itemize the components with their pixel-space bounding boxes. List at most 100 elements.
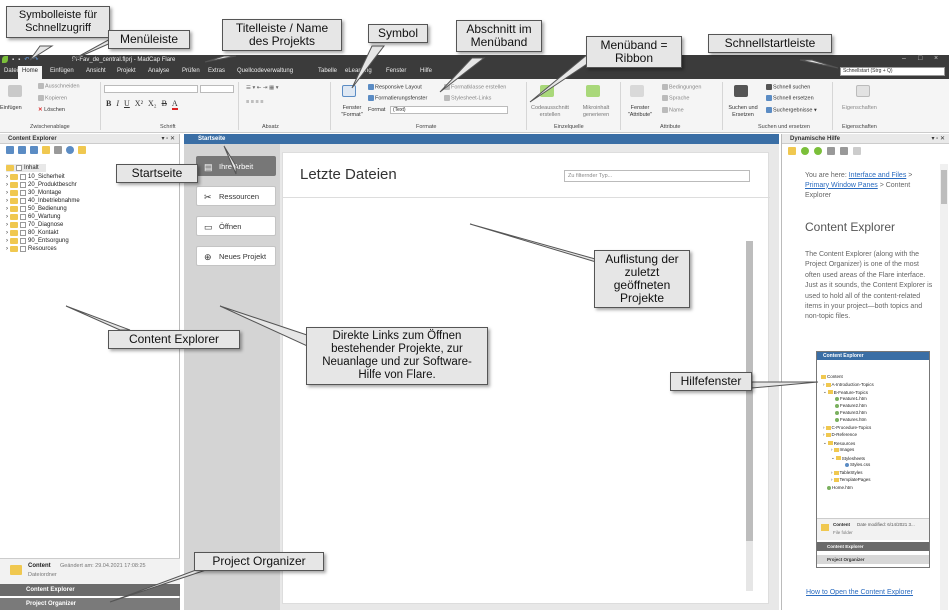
bold-button[interactable]: B — [106, 99, 111, 110]
close-button[interactable]: × — [934, 55, 938, 62]
nav-new-project[interactable]: ⊕ Neues Projekt — [196, 246, 276, 266]
back-icon[interactable] — [801, 147, 809, 155]
formatting-window-button[interactable]: Formatierungsfenster — [368, 95, 427, 101]
tab-help[interactable]: Hilfe — [420, 68, 432, 74]
tree-item[interactable]: › 20_Produktbeschr — [6, 181, 77, 189]
checkbox[interactable] — [20, 198, 26, 204]
cut-button[interactable]: Ausschneiden — [38, 83, 80, 89]
chevron-right-icon[interactable]: › — [6, 174, 8, 180]
snippet-icon[interactable] — [540, 85, 554, 97]
pane-controls[interactable]: ▾ ▫ ✕ — [932, 134, 946, 144]
tab-project[interactable]: Projekt — [117, 68, 136, 74]
tree-item[interactable]: › 60_Wartung — [6, 213, 60, 221]
checkbox[interactable] — [20, 222, 26, 228]
minimize-button[interactable]: – — [902, 55, 906, 62]
subscript-button[interactable]: X₂ — [148, 99, 157, 110]
globe-icon[interactable] — [66, 146, 74, 154]
copy-icon[interactable] — [30, 146, 38, 154]
save-all-icon[interactable]: ▪ — [18, 57, 20, 63]
help-link-open-explorer[interactable]: How to Open the Content Explorer — [806, 588, 926, 597]
tree-item[interactable]: › 50_Bedienung — [6, 205, 67, 213]
filter-input[interactable]: Zu filternder Typ... — [564, 170, 750, 182]
checkbox[interactable] — [16, 165, 22, 171]
folder-up-icon[interactable] — [78, 146, 86, 154]
checkbox[interactable] — [20, 246, 26, 252]
recent-scrollbar[interactable] — [746, 241, 753, 591]
tab-file[interactable]: Datei — [4, 68, 18, 74]
microcontent-icon[interactable] — [586, 85, 600, 97]
chevron-right-icon[interactable]: › — [6, 182, 8, 188]
nav-your-work[interactable]: ▤ Ihre Arbeit — [196, 156, 276, 176]
quick-launch-input[interactable]: Schnellstart (Strg + Q) — [840, 67, 945, 76]
tree-item[interactable]: › 70_Diagnose — [6, 221, 63, 229]
tree-item[interactable]: › 10_Sicherheit — [6, 173, 65, 181]
breadcrumb-link-interface[interactable]: Interface and Files — [849, 172, 907, 179]
tab-window[interactable]: Fenster — [386, 68, 406, 74]
format-select[interactable]: (Text) — [390, 106, 508, 114]
tree-item[interactable]: Inhalt — [6, 164, 46, 172]
properties-icon[interactable] — [856, 85, 870, 97]
underline-button[interactable]: U — [124, 99, 130, 110]
chevron-right-icon[interactable]: › — [6, 230, 8, 236]
home-icon[interactable] — [788, 147, 796, 155]
create-format-class-button[interactable]: Formatklasse erstellen — [444, 84, 506, 90]
name-button[interactable]: Name — [662, 107, 684, 113]
format-window-icon[interactable] — [342, 85, 356, 97]
details-icon[interactable] — [42, 146, 50, 154]
forward-icon[interactable] — [814, 147, 822, 155]
tab-home[interactable]: Home — [18, 66, 43, 79]
chevron-right-icon[interactable]: › — [6, 214, 8, 220]
checkbox[interactable] — [20, 238, 26, 244]
italic-button[interactable]: I — [116, 99, 119, 110]
copy-button[interactable]: Kopieren — [38, 95, 67, 101]
delete-button[interactable]: ✕ Löschen — [38, 107, 65, 113]
filter-icon[interactable] — [840, 147, 848, 155]
search-results-button[interactable]: Suchergebnisse ▾ — [766, 107, 817, 113]
attributes-window-button[interactable]: Fenster "Attribute" — [622, 105, 658, 119]
paste-icon[interactable] — [8, 85, 22, 97]
font-family-select[interactable] — [104, 85, 198, 93]
chevron-right-icon[interactable]: › — [6, 206, 8, 212]
create-snippet-button[interactable]: Codeausschnitt erstellen — [530, 105, 570, 119]
tab-source-control[interactable]: Quellcodeverwaltung — [237, 68, 293, 74]
format-window-button[interactable]: Fenster "Format" — [336, 105, 368, 119]
print-icon[interactable] — [853, 147, 861, 155]
content-explorer-bar[interactable]: Content Explorer — [0, 584, 180, 596]
sort-icon[interactable] — [827, 147, 835, 155]
checkbox[interactable] — [20, 182, 26, 188]
responsive-layout-button[interactable]: Responsive Layout — [368, 84, 422, 90]
project-organizer-bar[interactable]: Project Organizer — [0, 598, 180, 610]
chevron-right-icon[interactable]: › — [6, 198, 8, 204]
tree-item[interactable]: › 40_Inbetriebnahme — [6, 197, 80, 205]
checkbox[interactable] — [20, 190, 26, 196]
generate-microcontent-button[interactable]: Mikroinhalt generieren — [576, 105, 616, 119]
checkbox[interactable] — [20, 206, 26, 212]
font-color-button[interactable]: A — [171, 99, 178, 110]
chevron-right-icon[interactable]: › — [6, 190, 8, 196]
tree-item[interactable]: › Resources — [6, 245, 57, 253]
language-button[interactable]: Sprache — [662, 95, 690, 101]
attributes-window-icon[interactable] — [630, 85, 644, 97]
chevron-right-icon[interactable]: › — [6, 238, 8, 244]
help-scrollbar[interactable] — [940, 164, 948, 610]
tab-tools[interactable]: Extras — [208, 68, 225, 74]
tab-elearning[interactable]: eLearning — [345, 68, 372, 74]
scrollbar-thumb[interactable] — [746, 241, 753, 541]
scrollbar-thumb[interactable] — [941, 170, 947, 204]
new-icon[interactable] — [18, 146, 26, 154]
superscript-button[interactable]: X² — [135, 99, 143, 110]
conditions-button[interactable]: Bedingungen — [662, 84, 701, 90]
redo-icon[interactable]: ↷ — [33, 56, 38, 63]
list-buttons[interactable]: ☰ ▾ ⇤ ⇥ ▦ ▾ — [246, 85, 279, 91]
tab-insert[interactable]: Einfügen — [50, 68, 74, 74]
checkbox[interactable] — [20, 230, 26, 236]
maximize-button[interactable]: □ — [918, 55, 922, 62]
find-replace-icon[interactable] — [734, 85, 748, 97]
stylesheet-links-button[interactable]: Stylesheet-Links — [444, 95, 491, 101]
quick-find-button[interactable]: Schnell suchen — [766, 84, 810, 90]
properties-button[interactable]: Eigenschaften — [842, 105, 877, 111]
tab-analysis[interactable]: Analyse — [148, 68, 169, 74]
quick-replace-button[interactable]: Schnell ersetzen — [766, 95, 814, 101]
find-replace-button[interactable]: Suchen und Ersetzen — [726, 105, 760, 119]
checkbox[interactable] — [20, 214, 26, 220]
